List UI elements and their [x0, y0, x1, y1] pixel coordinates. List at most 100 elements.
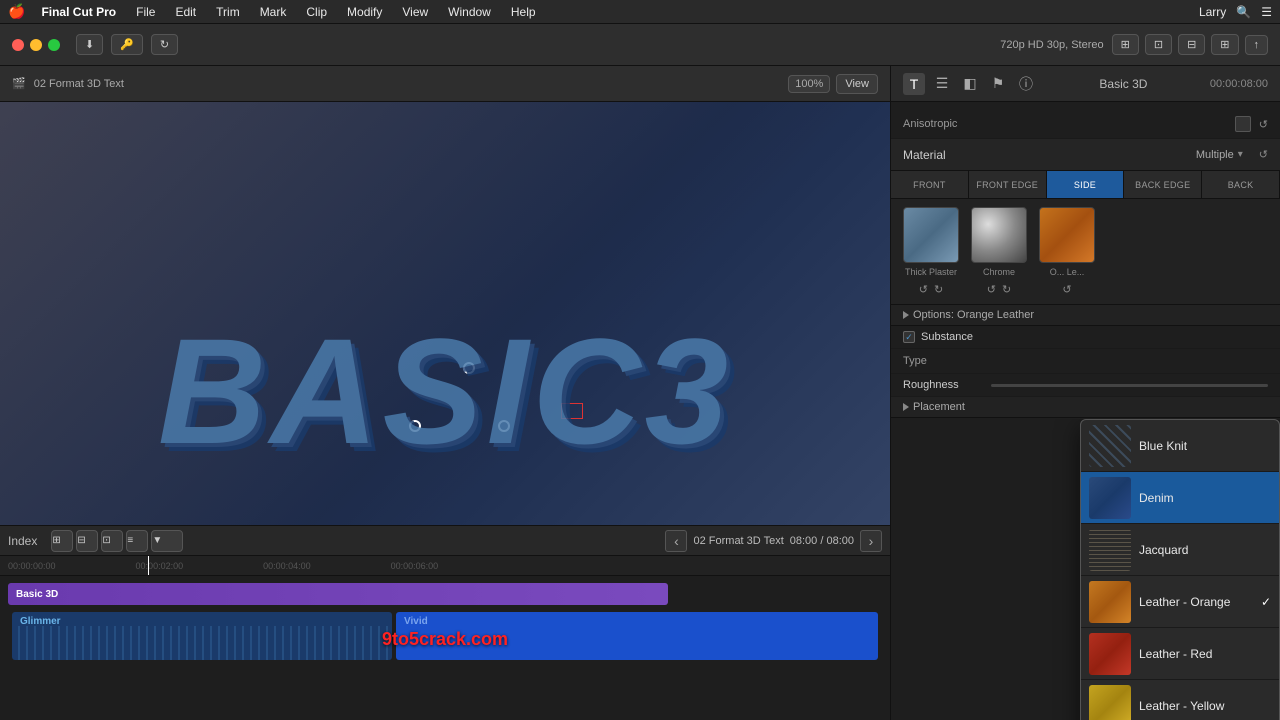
- layout-btn-3[interactable]: ⊟: [1178, 34, 1205, 55]
- chevron-icon[interactable]: ▾: [1238, 149, 1243, 160]
- tab-back-edge[interactable]: BACK EDGE: [1124, 171, 1202, 198]
- tab-info[interactable]: ⓘ: [1015, 73, 1037, 95]
- download-button[interactable]: ⬇: [76, 34, 103, 55]
- anisotropic-checkbox[interactable]: [1235, 116, 1251, 132]
- roughness-label: Roughness: [903, 379, 983, 391]
- item-label-jacquard: Jacquard: [1139, 543, 1188, 557]
- minimize-button[interactable]: [30, 39, 42, 51]
- dropdown-item-blue-knit[interactable]: Blue Knit: [1081, 420, 1279, 472]
- options-label: Options: Orange Leather: [913, 309, 1034, 321]
- swatch-plaster-label: Thick Plaster: [905, 267, 957, 277]
- tab-list[interactable]: ☰: [931, 73, 953, 95]
- expand-icon: [903, 311, 909, 319]
- mat-preview-plaster[interactable]: Thick Plaster ↺ ↻: [903, 207, 959, 296]
- panel-title: Basic 3D: [1099, 77, 1147, 91]
- face-tabs: FRONT FRONT EDGE SIDE BACK EDGE BACK: [891, 171, 1280, 199]
- panel-timecode: 00:00:08:00: [1210, 78, 1268, 90]
- tab-front[interactable]: FRONT: [891, 171, 969, 198]
- clip-title: 02 Format 3D Text: [34, 78, 124, 90]
- mat-preview-leather[interactable]: O... Le... ↺: [1039, 207, 1095, 296]
- dropdown-item-leather-orange[interactable]: Leather - Orange ✓: [1081, 576, 1279, 628]
- tab-back[interactable]: BACK: [1202, 171, 1280, 198]
- anisotropic-row: Anisotropic ↺: [891, 110, 1280, 139]
- tab-layers[interactable]: ◧: [959, 73, 981, 95]
- menu-window[interactable]: Window: [444, 3, 495, 21]
- zoom-level[interactable]: 100%: [788, 75, 830, 93]
- key-button[interactable]: 🔑: [111, 34, 143, 55]
- menu-modify[interactable]: Modify: [343, 3, 386, 21]
- apple-menu[interactable]: 🍎: [8, 3, 25, 20]
- material-header: Material Multiple ▾ ↺: [891, 139, 1280, 171]
- reset-icon[interactable]: ↺: [1259, 118, 1268, 131]
- tab-text[interactable]: T: [903, 73, 925, 95]
- menu-clip[interactable]: Clip: [302, 3, 331, 21]
- material-previews: Thick Plaster ↺ ↻ Chrome ↺ ↻ O: [891, 199, 1280, 305]
- app-name[interactable]: Final Cut Pro: [41, 5, 116, 19]
- material-dropdown: Blue Knit Denim Jacquard Leather - Orang…: [1080, 419, 1280, 720]
- plaster-revert[interactable]: ↺: [919, 283, 928, 296]
- thumb-leather-yellow: [1089, 685, 1131, 720]
- view-button[interactable]: View: [836, 74, 878, 94]
- item-label-leather-orange: Leather - Orange: [1139, 595, 1230, 609]
- thumb-leather-orange: [1089, 581, 1131, 623]
- tab-flag[interactable]: ⚑: [987, 73, 1009, 95]
- panel-header: T ☰ ◧ ⚑ ⓘ Basic 3D 00:00:08:00: [891, 66, 1280, 102]
- substance-checkbox[interactable]: ✓: [903, 331, 915, 343]
- menu-list-icon[interactable]: ☰: [1261, 5, 1272, 19]
- menu-file[interactable]: File: [132, 3, 159, 21]
- options-row[interactable]: Options: Orange Leather: [891, 305, 1280, 326]
- menu-help[interactable]: Help: [507, 3, 540, 21]
- menu-view[interactable]: View: [398, 3, 432, 21]
- close-button[interactable]: [12, 39, 24, 51]
- mat-preview-chrome[interactable]: Chrome ↺ ↻: [971, 207, 1027, 296]
- preview-main: 🎬 02 Format 3D Text 100% View BASIC3: [0, 66, 890, 720]
- plaster-forward[interactable]: ↻: [934, 283, 943, 296]
- leather-revert[interactable]: ↺: [1062, 283, 1071, 296]
- material-reset-icon[interactable]: ↺: [1259, 148, 1268, 161]
- roughness-bar[interactable]: [991, 384, 1268, 387]
- preview-header: 🎬 02 Format 3D Text 100% View: [0, 66, 890, 102]
- type-row: Type: [891, 349, 1280, 374]
- thumb-blue-knit: [1089, 425, 1131, 467]
- type-label: Type: [903, 355, 1003, 367]
- thumb-denim: [1089, 477, 1131, 519]
- traffic-lights: [12, 39, 60, 51]
- placement-row[interactable]: Placement: [891, 397, 1280, 418]
- dropdown-item-jacquard[interactable]: Jacquard: [1081, 524, 1279, 576]
- tab-front-edge[interactable]: FRONT EDGE: [969, 171, 1047, 198]
- search-icon[interactable]: 🔍: [1236, 5, 1251, 19]
- layout-btn-2[interactable]: ⊡: [1145, 34, 1172, 55]
- playhead[interactable]: [148, 556, 149, 575]
- item-label-denim: Denim: [1139, 491, 1174, 505]
- dropdown-item-denim[interactable]: Denim: [1081, 472, 1279, 524]
- user-name: Larry: [1199, 5, 1226, 19]
- leather-orange-check: ✓: [1261, 595, 1271, 609]
- panel-tabs: T ☰ ◧ ⚑ ⓘ: [903, 73, 1037, 95]
- menu-mark[interactable]: Mark: [256, 3, 291, 21]
- substance-row: ✓ Substance: [891, 326, 1280, 349]
- menubar: 🍎 Final Cut Pro File Edit Trim Mark Clip…: [0, 0, 1280, 24]
- menubar-right: Larry 🔍 ☰: [1199, 5, 1272, 19]
- chrome-forward[interactable]: ↻: [1002, 283, 1011, 296]
- menu-edit[interactable]: Edit: [171, 3, 200, 21]
- chrome-revert[interactable]: ↺: [987, 283, 996, 296]
- material-value: Multiple: [1196, 149, 1234, 161]
- swatch-plaster: [903, 207, 959, 263]
- swatch-leather-label: O... Le...: [1050, 267, 1085, 277]
- menu-trim[interactable]: Trim: [212, 3, 244, 21]
- placement-expand-icon: [903, 403, 909, 411]
- tab-side[interactable]: SIDE: [1047, 171, 1125, 198]
- layout-btn-1[interactable]: ⊞: [1112, 34, 1139, 55]
- video-info: 720p HD 30p, Stereo: [1000, 39, 1103, 51]
- toolbar: ⬇ 🔑 ↻ 720p HD 30p, Stereo ⊞ ⊡ ⊟ ⊞ ↑: [0, 24, 1280, 66]
- anisotropic-label: Anisotropic: [903, 118, 1003, 130]
- thumb-jacquard: [1089, 529, 1131, 571]
- layout-btn-4[interactable]: ⊞: [1211, 34, 1238, 55]
- swatch-leather: [1039, 207, 1095, 263]
- maximize-button[interactable]: [48, 39, 60, 51]
- substance-label: Substance: [921, 331, 973, 343]
- refresh-button[interactable]: ↻: [151, 34, 178, 55]
- dropdown-item-leather-red[interactable]: Leather - Red: [1081, 628, 1279, 680]
- dropdown-item-leather-yellow[interactable]: Leather - Yellow: [1081, 680, 1279, 720]
- share-button[interactable]: ↑: [1245, 35, 1269, 55]
